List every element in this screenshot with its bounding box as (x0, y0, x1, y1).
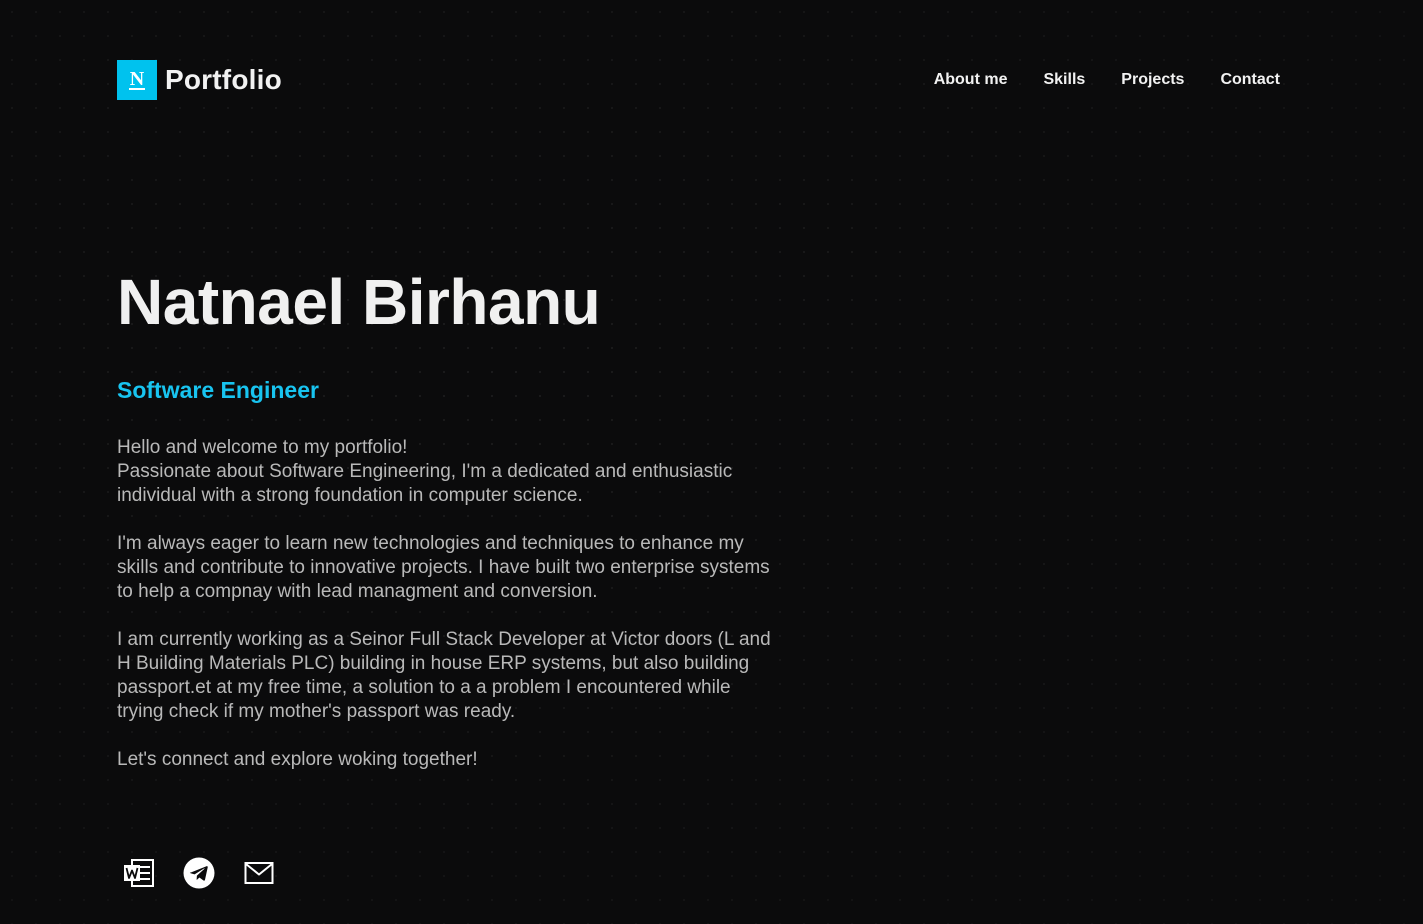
hero-bio: Hello and welcome to my portfolio! Passi… (117, 436, 777, 772)
logo-icon: N (117, 60, 157, 100)
logo-letter: N (128, 68, 146, 90)
telegram-icon[interactable] (183, 856, 215, 890)
word-document-icon[interactable] (123, 856, 155, 890)
brand-link[interactable]: N Portfolio (117, 60, 282, 100)
social-links (123, 856, 275, 890)
portfolio-page: N Portfolio About me Skills Projects Con… (0, 0, 1423, 924)
top-navigation: N Portfolio About me Skills Projects Con… (117, 60, 1280, 100)
bio-paragraph-learning: I'm always eager to learn new technologi… (117, 533, 770, 602)
mail-icon[interactable] (243, 856, 275, 890)
bio-paragraph-current-work: I am currently working as a Seinor Full … (117, 629, 771, 722)
nav-links: About me Skills Projects Contact (934, 71, 1280, 89)
hero-role: Software Engineer (117, 377, 319, 403)
nav-link-contact[interactable]: Contact (1220, 71, 1280, 89)
bio-paragraph-welcome: Hello and welcome to my portfolio! Passi… (117, 437, 733, 506)
nav-link-skills[interactable]: Skills (1043, 71, 1085, 89)
bio-paragraph-connect: Let's connect and explore woking togethe… (117, 749, 478, 770)
brand-name: Portfolio (165, 64, 282, 95)
hero-name: Natnael Birhanu (117, 266, 601, 338)
hero-section: Natnael Birhanu Software Engineer Hello … (117, 262, 777, 772)
nav-link-about-me[interactable]: About me (934, 71, 1008, 89)
nav-link-projects[interactable]: Projects (1121, 71, 1184, 89)
